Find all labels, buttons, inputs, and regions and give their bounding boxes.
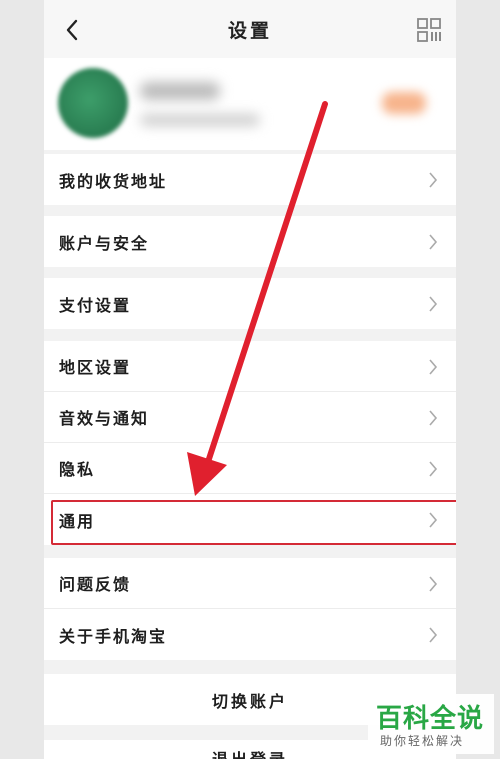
watermark: 百科全说 助你轻松解决	[368, 694, 494, 754]
settings-screen: 设置 我的收货地址 账户与安全 支付设置 地区设置 音效与通知 隐私 通用 问题…	[44, 0, 456, 759]
left-margin	[0, 0, 44, 759]
right-margin	[456, 0, 500, 759]
pointer-arrow	[187, 101, 328, 496]
watermark-title: 百科全说	[376, 704, 485, 734]
watermark-subtitle: 助你轻松解决	[380, 734, 465, 748]
